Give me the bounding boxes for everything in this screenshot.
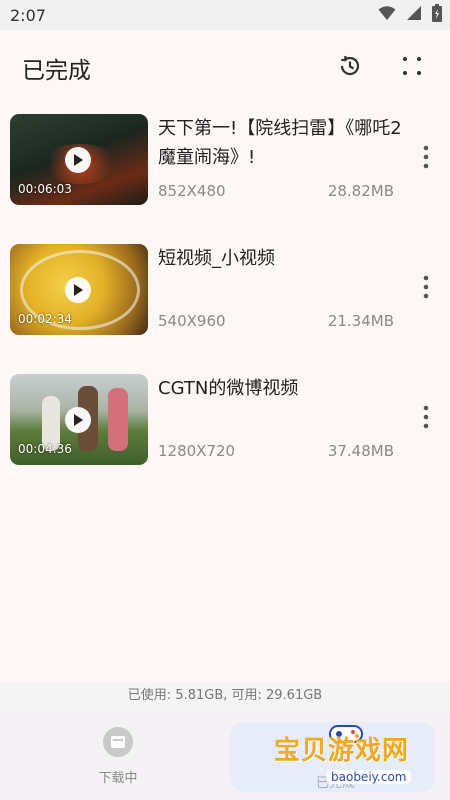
play-button[interactable] bbox=[65, 277, 91, 303]
completed-list: 00:06:03 天下第一!【院线扫雷】《哪吒2魔童闹海》! 852X480 2… bbox=[0, 106, 450, 496]
video-resolution: 1280X720 bbox=[158, 442, 236, 460]
page-title: 已完成 bbox=[22, 58, 91, 84]
list-item[interactable]: 00:06:03 天下第一!【院线扫雷】《哪吒2魔童闹海》! 852X480 2… bbox=[0, 106, 450, 236]
video-title: 短视频_小视频 bbox=[158, 248, 275, 269]
video-duration: 00:02:34 bbox=[18, 312, 72, 326]
more-vertical-icon bbox=[423, 145, 429, 173]
list-item[interactable]: 00:04:36 CGTN的微博视频 1280X720 37.48MB bbox=[0, 366, 450, 496]
video-title: 天下第一!【院线扫雷】《哪吒2魔童闹海》! bbox=[158, 118, 402, 168]
download-tab-icon bbox=[103, 727, 133, 757]
play-button[interactable] bbox=[65, 147, 91, 173]
bottom-nav: 下载中 已完成 宝贝游戏网 baobeiy.com bbox=[0, 709, 450, 800]
video-size: 21.34MB bbox=[327, 312, 394, 330]
watermark-title: 宝贝游戏网 bbox=[274, 736, 410, 766]
video-size: 28.82MB bbox=[327, 182, 394, 200]
watermark-url: baobeiy.com bbox=[326, 770, 412, 784]
app-bar: 已完成 bbox=[0, 30, 450, 106]
battery-icon bbox=[432, 4, 442, 26]
status-bar: 2:07 bbox=[0, 0, 450, 30]
signal-icon bbox=[406, 5, 422, 25]
play-button[interactable] bbox=[65, 407, 91, 433]
nav-label-downloading: 下载中 bbox=[98, 771, 138, 786]
nav-tab-completed[interactable]: 已完成 宝贝游戏网 baobeiy.com bbox=[230, 722, 435, 792]
video-size: 37.48MB bbox=[327, 442, 394, 460]
video-resolution: 540X960 bbox=[158, 312, 226, 330]
video-thumbnail[interactable]: 00:06:03 bbox=[10, 114, 148, 205]
video-title: CGTN的微博视频 bbox=[158, 378, 299, 399]
more-vertical-icon bbox=[423, 405, 429, 433]
more-options-button[interactable] bbox=[392, 48, 432, 88]
item-more-button[interactable] bbox=[414, 404, 438, 434]
nav-tab-downloading[interactable]: 下载中 bbox=[88, 727, 148, 786]
more-vertical-icon bbox=[423, 275, 429, 303]
video-duration: 00:04:36 bbox=[18, 442, 72, 456]
video-duration: 00:06:03 bbox=[18, 182, 72, 196]
history-button[interactable] bbox=[330, 48, 370, 88]
item-more-button[interactable] bbox=[414, 274, 438, 304]
item-more-button[interactable] bbox=[414, 144, 438, 174]
video-resolution: 852X480 bbox=[158, 182, 226, 200]
video-thumbnail[interactable]: 00:02:34 bbox=[10, 244, 148, 335]
grid-dots-icon bbox=[401, 55, 423, 81]
wifi-icon bbox=[378, 5, 396, 25]
storage-info: 已使用: 5.81GB, 可用: 29.61GB bbox=[0, 683, 450, 709]
status-icons bbox=[378, 4, 442, 26]
history-icon bbox=[337, 53, 363, 83]
status-time: 2:07 bbox=[10, 5, 46, 25]
video-thumbnail[interactable]: 00:04:36 bbox=[10, 374, 148, 465]
list-item[interactable]: 00:02:34 短视频_小视频 540X960 21.34MB bbox=[0, 236, 450, 366]
